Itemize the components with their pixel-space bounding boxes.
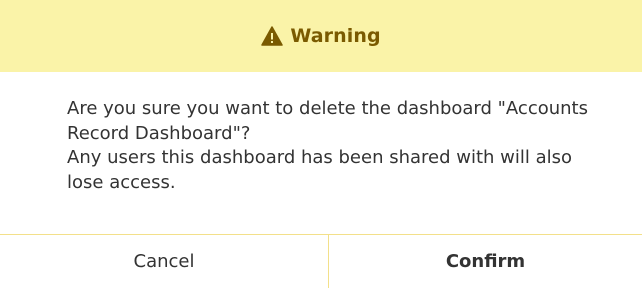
dialog-message: Are you sure you want to delete the dash…: [67, 97, 607, 195]
dialog-title: Warning: [290, 25, 381, 47]
warning-triangle-icon: [261, 26, 284, 46]
dialog-header: Warning: [0, 0, 642, 72]
message-confirm-text: Are you sure you want to delete the dash…: [67, 98, 588, 144]
confirm-button[interactable]: Confirm: [329, 235, 642, 288]
warning-dialog: Warning Are you sure you want to delete …: [0, 0, 642, 288]
message-access-text: Any users this dashboard has been shared…: [67, 147, 573, 193]
cancel-button[interactable]: Cancel: [0, 235, 328, 288]
